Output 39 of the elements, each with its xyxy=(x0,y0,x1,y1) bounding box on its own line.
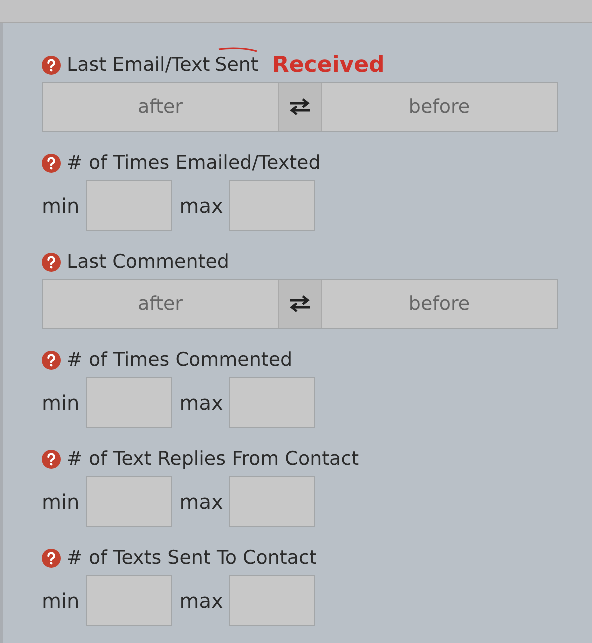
annotation-text: Received xyxy=(272,52,385,78)
field-label: # of Times Emailed/Texted xyxy=(67,152,321,174)
min-label: min xyxy=(42,490,80,514)
max-input[interactable] xyxy=(229,180,316,231)
field-label: # of Texts Sent To Contact xyxy=(67,547,317,569)
max-label: max xyxy=(180,194,224,218)
help-icon xyxy=(42,450,61,468)
help-icon xyxy=(42,252,61,272)
min-input[interactable] xyxy=(86,180,172,231)
before-field[interactable]: before xyxy=(322,83,557,131)
max-label: max xyxy=(180,390,224,414)
field-label: Last Email/Text xyxy=(67,54,210,76)
swap-icon xyxy=(289,295,311,313)
swap-icon xyxy=(289,98,311,116)
swap-button[interactable] xyxy=(278,83,322,131)
max-label: max xyxy=(180,588,224,612)
max-label: max xyxy=(180,490,224,514)
min-input[interactable] xyxy=(86,575,172,626)
min-input[interactable] xyxy=(86,377,172,428)
min-input[interactable] xyxy=(86,476,172,527)
after-field[interactable]: after xyxy=(43,280,278,328)
swap-button[interactable] xyxy=(278,280,322,328)
field-label: # of Text Replies From Contact xyxy=(67,448,360,470)
min-label: min xyxy=(42,588,80,612)
max-input[interactable] xyxy=(229,575,316,626)
max-input[interactable] xyxy=(229,377,316,428)
help-icon xyxy=(42,56,61,74)
help-icon xyxy=(42,154,61,172)
strike-mark xyxy=(218,47,258,53)
help-icon xyxy=(42,350,61,370)
help-icon xyxy=(42,548,61,568)
max-input[interactable] xyxy=(229,476,316,527)
field-label: Last Commented xyxy=(67,251,230,273)
field-label: # of Times Commented xyxy=(67,349,293,371)
before-field[interactable]: before xyxy=(322,280,557,328)
min-label: min xyxy=(42,194,80,218)
struck-text: Sent xyxy=(215,54,258,76)
after-field[interactable]: after xyxy=(43,83,278,131)
min-label: min xyxy=(42,390,80,414)
